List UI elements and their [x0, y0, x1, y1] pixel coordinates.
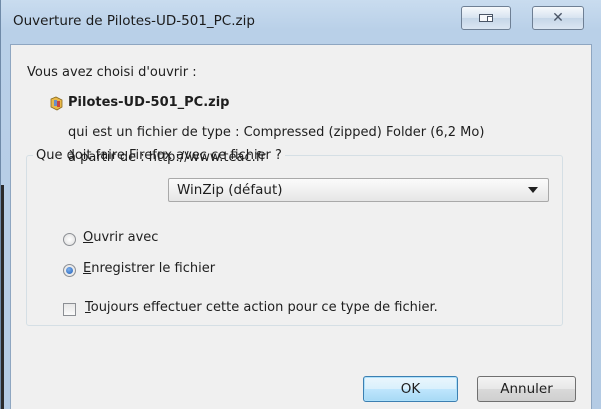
cancel-button[interactable]: Annuler	[477, 376, 576, 402]
restore-button[interactable]	[461, 6, 511, 30]
close-button[interactable]: ✕	[532, 6, 584, 30]
close-icon: ✕	[552, 10, 564, 26]
open-with-radio[interactable]	[63, 233, 76, 246]
save-file-radio[interactable]	[63, 264, 76, 277]
action-group-legend: Que doit faire Firefox avec ce fichier ?	[36, 148, 282, 163]
window-title: Ouverture de Pilotes-UD-501_PC.zip	[13, 13, 255, 29]
dialog-window: Ouverture de Pilotes-UD-501_PC.zip ✕ Vou…	[0, 0, 601, 409]
open-with-app-value: WinZip (défaut)	[177, 182, 283, 198]
always-do-this-label[interactable]: Toujours effectuer cette action pour ce …	[85, 300, 438, 315]
chevron-down-icon	[528, 187, 538, 193]
always-do-this-checkbox[interactable]	[63, 303, 76, 316]
ok-button[interactable]: OK	[363, 376, 458, 402]
open-with-app-select[interactable]: WinZip (défaut)	[168, 178, 549, 202]
file-name: Pilotes-UD-501_PC.zip	[68, 95, 230, 110]
window-restore-icon	[479, 14, 493, 22]
window-edge	[1, 185, 4, 409]
open-with-label[interactable]: Ouvrir avec	[83, 230, 158, 245]
file-type-line: qui est un fichier de type : Compressed …	[68, 125, 485, 140]
zip-file-icon	[50, 96, 63, 111]
prompt-text: Vous avez choisi d'ouvrir :	[27, 65, 197, 80]
save-file-label[interactable]: Enregistrer le fichier	[83, 261, 215, 276]
